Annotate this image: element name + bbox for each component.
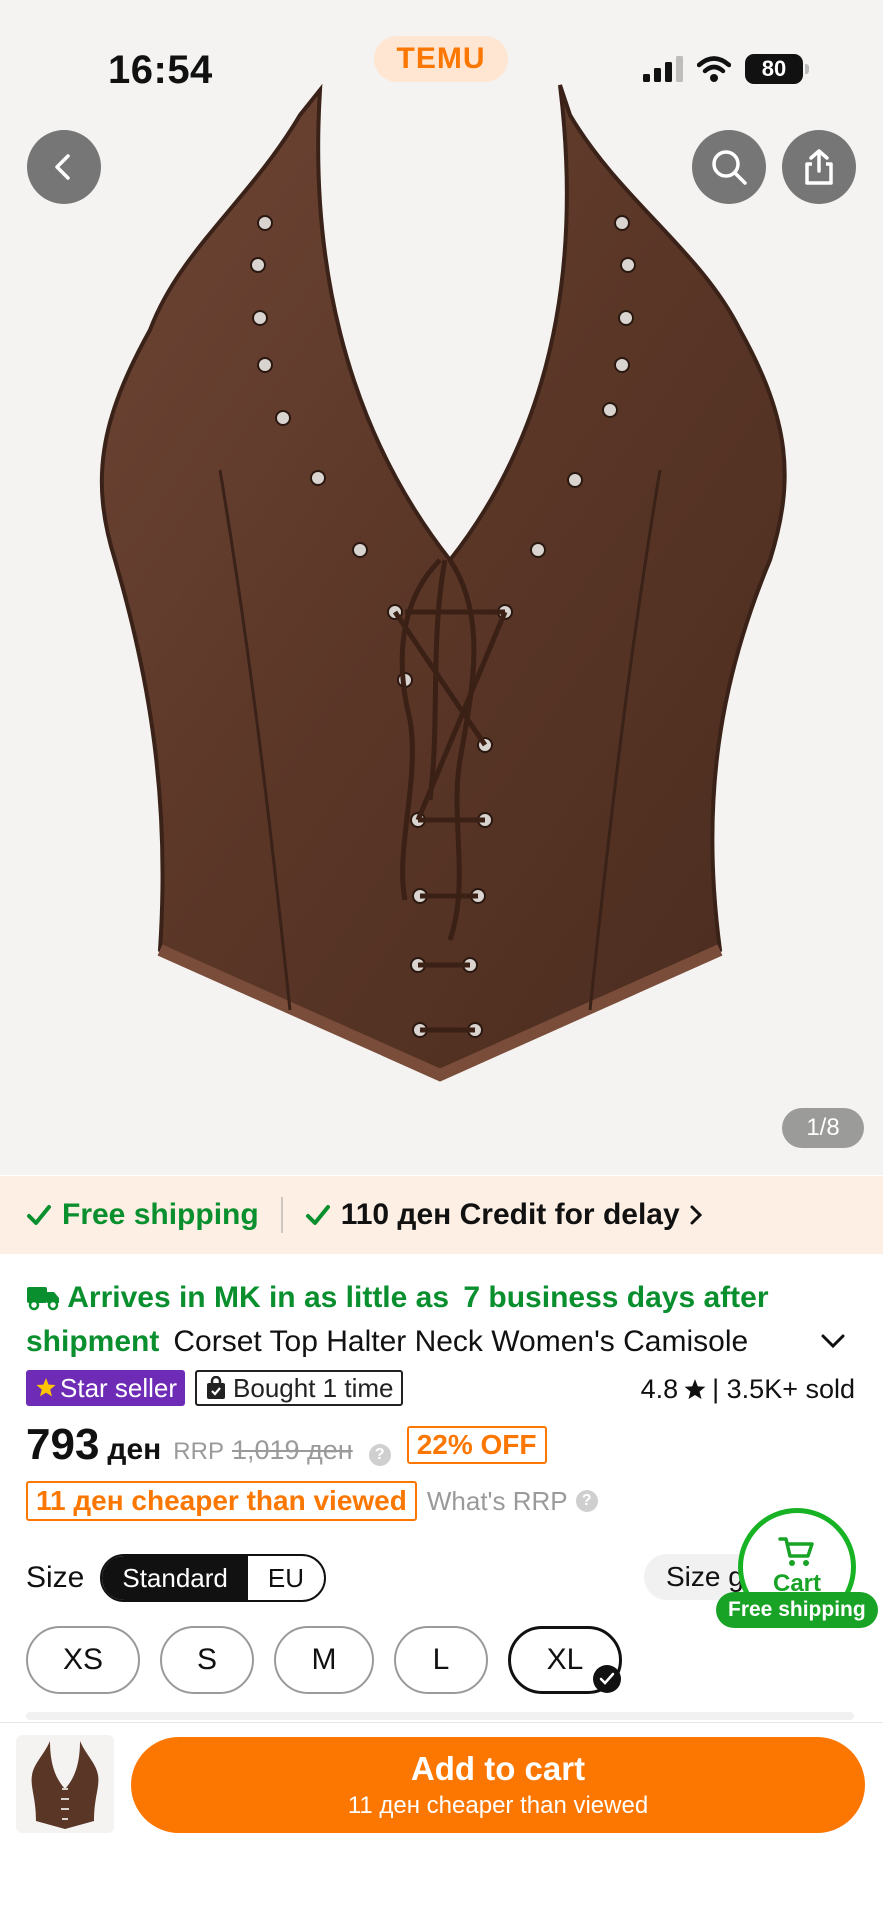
bottom-action-bar: Add to cart 11 ден cheaper than viewed <box>0 1722 883 1920</box>
bought-label: Bought 1 time <box>233 1372 394 1403</box>
divider <box>280 1197 283 1233</box>
status-time: 16:54 <box>108 48 213 92</box>
size-label: Size <box>26 1561 85 1594</box>
product-title: Corset Top Halter Neck Women's Camisole <box>173 1325 749 1358</box>
price-value: 793 <box>26 1420 100 1469</box>
delivery-text-2: 7 business days after <box>463 1281 769 1314</box>
star-seller-badge[interactable]: Star seller <box>26 1370 186 1406</box>
size-options: XS S M L XL <box>26 1626 622 1694</box>
free-shipping-item: Free shipping <box>26 1198 259 1232</box>
size-option-l[interactable]: L <box>394 1626 488 1694</box>
signal-icon <box>643 56 683 82</box>
check-icon <box>27 1205 51 1225</box>
badges-row: Star seller Bought 1 time <box>26 1370 404 1406</box>
delivery-and-title[interactable]: Arrives in MK in as little as 7 business… <box>26 1276 836 1364</box>
cheaper-row: 11 ден cheaper than viewed What's RRP ? <box>26 1481 606 1521</box>
whats-rrp-label: What's RRP <box>426 1485 568 1516</box>
add-to-cart-button[interactable]: Add to cart 11 ден cheaper than viewed <box>131 1737 865 1833</box>
shipping-banner[interactable]: Free shipping 110 ден Credit for delay <box>0 1176 883 1254</box>
help-icon[interactable]: ? <box>368 1444 391 1466</box>
check-icon <box>305 1205 330 1225</box>
bought-badge: Bought 1 time <box>195 1370 404 1406</box>
price-currency: ден <box>107 1433 162 1466</box>
tab-eu[interactable]: EU <box>248 1556 324 1600</box>
star-icon <box>684 1378 706 1399</box>
status-icons: 80 <box>643 54 809 84</box>
cart-icon <box>778 1537 814 1566</box>
star-icon <box>36 1378 56 1397</box>
size-option-s[interactable]: S <box>160 1626 254 1694</box>
credit-for-delay-item[interactable]: 110 ден Credit for delay <box>305 1198 706 1232</box>
star-seller-label: Star seller <box>60 1372 178 1403</box>
wifi-icon <box>697 56 731 82</box>
search-button[interactable] <box>692 130 766 204</box>
credit-for-delay-label: 110 ден Credit for delay <box>340 1198 680 1231</box>
delivery-line-2: shipment Corset Top Halter Neck Women's … <box>26 1320 786 1364</box>
tab-standard[interactable]: Standard <box>102 1556 248 1600</box>
add-to-cart-label: Add to cart <box>410 1750 586 1787</box>
product-thumbnail[interactable] <box>16 1735 114 1833</box>
share-icon <box>805 149 833 185</box>
battery-icon: 80 <box>745 54 809 84</box>
size-row: Size Standard EU <box>26 1554 327 1602</box>
back-button[interactable] <box>27 130 101 204</box>
delivery-line-1: Arrives in MK in as little as 7 business… <box>26 1276 836 1320</box>
sold-count: | 3.5K+ sold <box>712 1374 855 1404</box>
whats-rrp-link[interactable]: What's RRP ? <box>427 1486 606 1517</box>
shopping-bag-icon <box>207 1376 226 1399</box>
delivery-text-3: shipment <box>26 1325 160 1358</box>
chevron-down-icon[interactable] <box>818 1326 848 1356</box>
brand-name: TEMU <box>396 42 486 75</box>
size-option-xl[interactable]: XL <box>508 1626 622 1694</box>
brand-logo: TEMU <box>374 36 508 82</box>
product-image[interactable]: 16:54 TEMU 80 1/8 <box>0 0 883 1175</box>
delivery-truck-icon <box>27 1287 59 1311</box>
rrp-value: 1,019 ден <box>231 1435 353 1465</box>
selected-check-icon <box>593 1665 621 1693</box>
delivery-text-1: Arrives in MK in as little as <box>67 1281 450 1314</box>
rating[interactable]: 4.8 | 3.5K+ sold <box>641 1374 855 1405</box>
size-system-toggle[interactable]: Standard EU <box>100 1554 327 1602</box>
next-section-peek <box>26 1712 854 1720</box>
image-counter: 1/8 <box>782 1108 864 1148</box>
add-to-cart-sublabel: 11 ден cheaper than viewed <box>347 1792 649 1819</box>
help-icon: ? <box>575 1490 598 1512</box>
share-button[interactable] <box>782 130 856 204</box>
chevron-right-icon <box>690 1205 702 1225</box>
cart-free-shipping-pill: Free shipping <box>716 1592 878 1628</box>
size-option-xl-label: XL <box>546 1643 584 1676</box>
size-option-xs[interactable]: XS <box>26 1626 140 1694</box>
search-icon <box>712 150 747 185</box>
discount-badge: 22% OFF <box>406 1426 547 1464</box>
price-row: 793 ден RRP 1,019 ден ? 22% OFF <box>26 1420 547 1470</box>
free-shipping-label: Free shipping <box>62 1198 259 1231</box>
rrp-label: RRP <box>173 1438 224 1465</box>
chevron-left-icon <box>55 154 70 180</box>
rating-score: 4.8 <box>640 1374 679 1404</box>
corset-top-thumbnail <box>31 1741 99 1829</box>
cheaper-than-viewed-badge: 11 ден cheaper than viewed <box>26 1481 417 1521</box>
size-option-m[interactable]: M <box>274 1626 374 1694</box>
